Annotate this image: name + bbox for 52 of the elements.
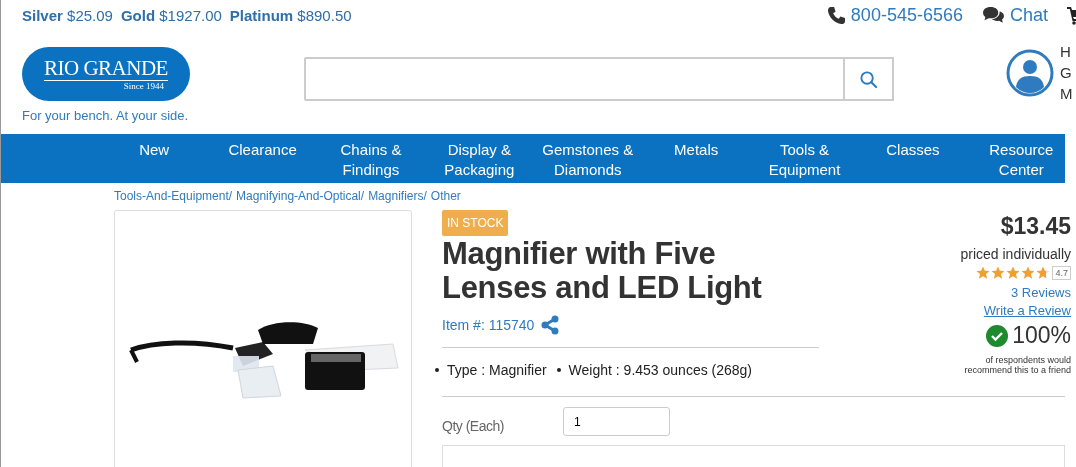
star-icon (976, 266, 991, 280)
phone-icon (826, 5, 846, 25)
rating-value: 4.7 (1052, 266, 1071, 280)
nav-link[interactable]: Display & Packaging (444, 140, 515, 180)
stock-badge: IN STOCK (442, 210, 509, 236)
bullet-icon (556, 368, 561, 372)
search-icon (859, 69, 878, 89)
write-review-link[interactable]: Write a Review (983, 303, 1071, 318)
star-icon (1036, 266, 1051, 280)
spec-text: Type : Magnifier (447, 362, 547, 378)
star-icon (1006, 266, 1021, 280)
breadcrumb-link[interactable]: Magnifying-And-Optical/ (236, 189, 365, 203)
account-text: M (1060, 84, 1073, 104)
nav-link[interactable]: Classes (886, 140, 940, 160)
nav-link[interactable]: Clearance (228, 140, 297, 160)
price-note: priced individually (960, 246, 1071, 262)
recommend-percent: 100% (1012, 322, 1071, 349)
share-icon[interactable] (540, 315, 561, 335)
tagline: For your bench. At your side. (22, 108, 190, 123)
spec-text: Weight : 9.453 ounces (268g) (568, 362, 753, 378)
star-icon (991, 266, 1006, 280)
quantity-label: Qty (Each) (442, 417, 505, 434)
nav-link[interactable]: Chains & Findings (340, 140, 402, 180)
account-text: G (1060, 63, 1073, 83)
nav-link[interactable]: New (139, 140, 170, 160)
logo[interactable]: RIO GRANDE Since 1944 (22, 47, 190, 101)
nav-link[interactable]: Gemstones & Diamonds (542, 140, 634, 180)
chat-link[interactable]: Chat (1009, 4, 1048, 26)
star-icon (1021, 266, 1036, 280)
search-button[interactable] (844, 57, 894, 101)
product-title: Magnifier with Five Lenses and LED Light (442, 237, 763, 305)
metal-price: Gold $1927.00 (120, 6, 222, 24)
nav-link[interactable]: Resource Center (989, 140, 1054, 180)
breadcrumb-link[interactable]: Tools-And-Equipment/ (114, 189, 233, 203)
phone-link[interactable]: 800-545-6566 (850, 4, 963, 26)
breadcrumb-link[interactable]: Magnifiers/ (368, 189, 427, 203)
checkmark-circle-icon (986, 324, 1009, 347)
account-text: H (1060, 42, 1072, 62)
bullet-icon (435, 368, 439, 372)
chat-bubbles-icon (981, 5, 1005, 25)
reviews-link[interactable]: 3 Reviews (1011, 285, 1071, 300)
search-field[interactable] (304, 57, 844, 101)
recommend-note: of respondents would recommend this to a friend (963, 355, 1071, 375)
metal-price: Platinum $890.50 (229, 6, 352, 24)
nav-link[interactable]: Metals (674, 140, 719, 160)
item-number: Item #: 115740 (442, 317, 535, 333)
breadcrumb-link[interactable]: Other (430, 189, 461, 203)
quantity-field[interactable]: 1 (563, 407, 670, 436)
metal-price: Silver $25.09 (22, 6, 113, 24)
user-avatar-icon[interactable] (1006, 49, 1054, 97)
product-price: $13.45 (1000, 213, 1071, 240)
nav-link[interactable]: Tools & Equipment (768, 140, 841, 180)
